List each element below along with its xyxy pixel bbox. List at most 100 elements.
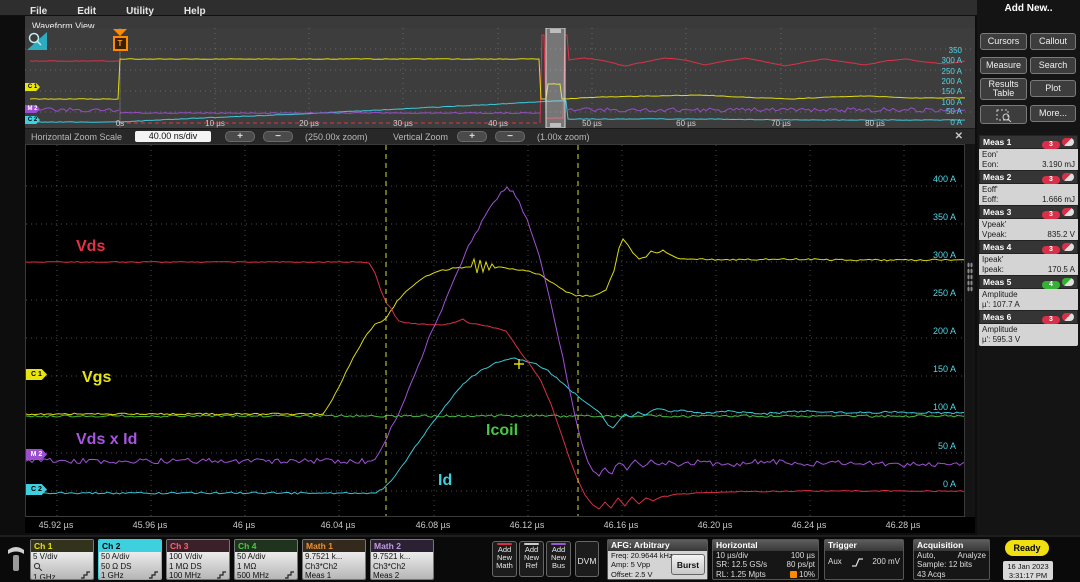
v-zoom-plus-button[interactable]: + <box>457 131 487 142</box>
trigger-panel[interactable]: Trigger Aux 200 mV <box>824 539 904 580</box>
zoom-window-selector[interactable] <box>546 28 565 128</box>
overview-scale-tick: 250 A <box>942 67 962 76</box>
date-text: 16 Jan 2023 <box>1003 562 1053 571</box>
measurement-label: Eoff: <box>982 195 998 205</box>
main-scale-tick: 50 A <box>938 441 956 451</box>
afg-title: AFG: Arbitrary <box>608 540 707 551</box>
measurement-flag-icon <box>1062 138 1074 146</box>
acq-sample: Sample: 12 bits <box>917 560 972 569</box>
accent-line <box>497 543 512 545</box>
channel-header: Math 2 <box>371 540 433 552</box>
channel-scale: 5 V/div <box>33 552 91 562</box>
channel-settings: 9.7521 k...Ch3*Ch2Meas 1 <box>303 552 365 580</box>
overview-time-tick: 40 µs <box>478 119 518 128</box>
measurement-panel-6[interactable]: Meas 6 3Amplitudeµ': 595.3 V <box>979 310 1078 343</box>
sidebar-button-callout[interactable]: Callout <box>1030 33 1076 50</box>
trigger-position-flag[interactable]: T <box>112 29 128 51</box>
main-time-tick: 46.08 µs <box>408 520 458 530</box>
measurement-panel-2[interactable]: Meas 23Eoff'Eoff:1.666 mJ <box>979 170 1078 203</box>
channel-badge-ch1[interactable]: Ch 15 V/div 1 GHz <box>30 539 94 580</box>
trace-vgs <box>26 239 965 415</box>
main-time-tick: 45.92 µs <box>31 520 81 530</box>
afg-panel[interactable]: AFG: Arbitrary Freq: 20.9644 kHz Amp: 5 … <box>607 539 708 580</box>
channel-badge-math1[interactable]: Math 19.7521 k...Ch3*Ch2Meas 1 <box>302 539 366 580</box>
channel-scale: 9.7521 k... <box>305 552 363 562</box>
main-time-tick: 46.24 µs <box>784 520 834 530</box>
channel-scale: 50 A/div <box>101 552 159 562</box>
trace-label-icoil: Icoil <box>486 422 518 440</box>
overview-time-tick: 60 µs <box>666 119 706 128</box>
main-time-tick: 45.96 µs <box>125 520 175 530</box>
zoomed-waveform-plot[interactable]: Vds Vgs Vds x Id Icoil Id C 1 M 2 C 2 40… <box>25 144 965 517</box>
sidebar-button-results-table[interactable]: Results Table <box>980 78 1027 100</box>
v-zoom-minus-button[interactable]: − <box>495 131 525 142</box>
measurement-panel-5[interactable]: Meas 54Amplitudeµ': 107.7 A <box>979 275 1078 308</box>
afg-burst-button[interactable]: Burst <box>671 554 705 575</box>
main-scale-tick: 150 A <box>933 364 956 374</box>
acquisition-panel[interactable]: Acquisition Auto, Analyze Sample: 12 bit… <box>913 539 990 580</box>
channel-bandwidth: 1 GHz <box>33 573 91 580</box>
add-new-bus-button[interactable]: AddNewBus <box>546 541 571 577</box>
measurement-badges: 3 <box>1042 308 1074 326</box>
main-scale-tick: 300 A <box>933 250 956 260</box>
channel-bandwidth: 100 MHz <box>169 571 227 580</box>
sidebar-button-measure[interactable]: Measure <box>980 57 1027 74</box>
sidebar-button-more[interactable]: More... <box>1030 105 1076 122</box>
add-new-ref-button[interactable]: AddNewRef <box>519 541 544 577</box>
overview-zoom-icon[interactable] <box>25 30 49 52</box>
add-button-label: Math <box>493 562 516 570</box>
channel-termination: Ch3*Ch2 <box>305 562 363 572</box>
sidebar-button-zoom-select[interactable] <box>980 105 1027 124</box>
sidebar-button-cursors[interactable]: Cursors <box>980 33 1027 50</box>
channel-badge-math2[interactable]: Math 29.7521 k...Ch3*Ch2Meas 2 <box>370 539 434 580</box>
measurement-name: Meas 2 <box>983 172 1011 182</box>
measurement-header: Meas 6 3 <box>979 310 1078 324</box>
sidebar-button-plot[interactable]: Plot <box>1030 80 1076 97</box>
zoom-select-icon <box>996 108 1012 122</box>
measurement-panel-4[interactable]: Meas 43Ipeak'Ipeak:170.5 A <box>979 240 1078 273</box>
accent-line <box>551 543 566 545</box>
channel-header: Ch 3 <box>167 540 229 552</box>
horizontal-panel[interactable]: Horizontal 10 µs/div100 µsSR: 12.5 GS/s8… <box>712 539 819 580</box>
time-text: 3:31:17 PM <box>1003 571 1053 580</box>
measurement-body: Amplitudeµ': 595.3 V <box>979 324 1078 346</box>
acquisition-title: Acquisition <box>914 540 989 551</box>
overview-time-tick: 50 µs <box>572 119 612 128</box>
measurement-panel-3[interactable]: Meas 33Vpeak'Vpeak:835.2 V <box>979 205 1078 238</box>
dvm-button[interactable]: DVM <box>575 541 599 577</box>
h-zoom-plus-button[interactable]: + <box>225 131 255 142</box>
measurement-line2: µ': 595.3 V <box>982 335 1075 345</box>
main-time-tick: 46.16 µs <box>596 520 646 530</box>
overview-waveform-strip[interactable]: 0s10 µs20 µs30 µs40 µs50 µs60 µs70 µs80 … <box>25 28 975 128</box>
accent-line <box>524 543 539 545</box>
h-zoom-factor: (250.00x zoom) <box>305 132 368 142</box>
measurement-line1: Eon' <box>982 150 1075 160</box>
channel-header: Math 1 <box>303 540 365 552</box>
main-time-tick: 46.12 µs <box>502 520 552 530</box>
h-zoom-minus-button[interactable]: − <box>263 131 293 142</box>
overview-time-tick: 30 µs <box>383 119 423 128</box>
zoom-window-bottom-handle[interactable] <box>550 123 561 127</box>
measurement-panel-1[interactable]: Meas 13Eon'Eon:3.190 mJ <box>979 135 1078 168</box>
horizontal-title: Horizontal <box>713 540 818 551</box>
zoom-window-top-handle[interactable] <box>550 29 561 33</box>
bandwidth-icon <box>149 571 159 579</box>
channel-termination: 1 MΩ <box>237 562 295 572</box>
measurement-name: Meas 6 <box>983 312 1011 322</box>
trace-ov-purple-mid <box>120 113 540 114</box>
measurement-line1: Eoff' <box>982 185 1075 195</box>
add-new-math-button[interactable]: AddNewMath <box>492 541 517 577</box>
sidebar-button-search[interactable]: Search <box>1030 57 1076 74</box>
overview-time-tick: 70 µs <box>761 119 801 128</box>
overview-time-tick: 0s <box>100 119 140 128</box>
channel-badge-ch4[interactable]: Ch 450 A/div1 MΩ500 MHz <box>234 539 298 580</box>
channel-header: Ch 1 <box>31 540 93 552</box>
channel-badge-ch3[interactable]: Ch 3100 V/div1 MΩ DS100 MHz <box>166 539 230 580</box>
bandwidth-icon <box>217 571 227 579</box>
main-time-tick: 46.28 µs <box>878 520 928 530</box>
drag-grip-icon[interactable] <box>967 262 973 292</box>
channel-badge-ch2[interactable]: Ch 250 A/div50 Ω DS1 GHz <box>98 539 162 580</box>
zoom-close-icon[interactable]: ✕ <box>955 131 963 142</box>
h-zoom-scale-value[interactable]: 40.00 ns/div <box>135 131 211 142</box>
trace-label-vdsxid: Vds x Id <box>76 431 137 449</box>
